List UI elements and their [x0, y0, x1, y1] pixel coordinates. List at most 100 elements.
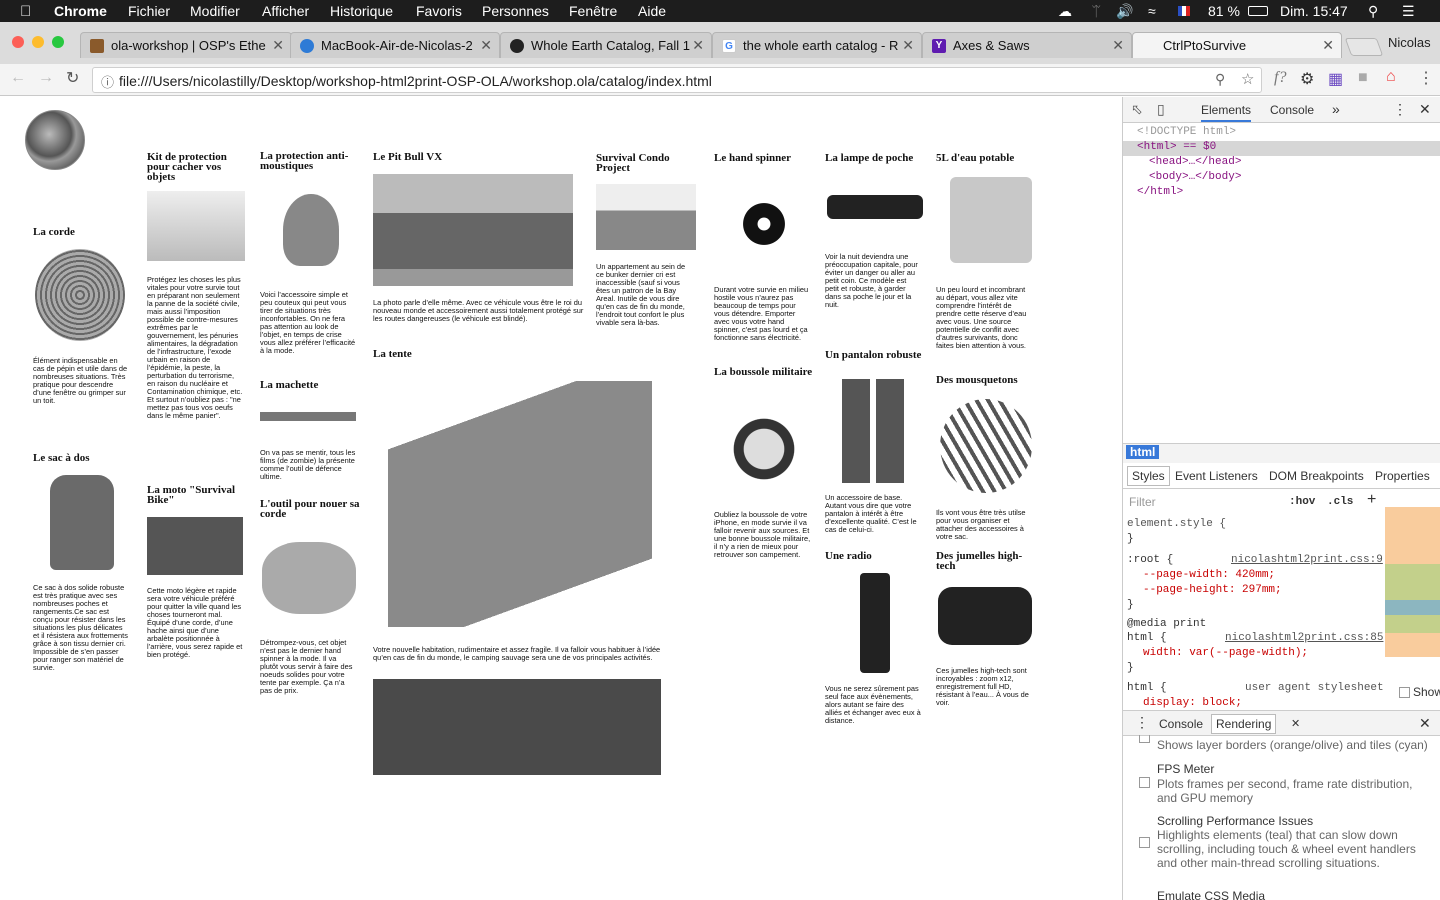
window-zoom-button[interactable]: [52, 36, 64, 48]
clock[interactable]: Dim. 15:47: [1280, 3, 1348, 19]
reload-icon[interactable]: ↻: [66, 68, 79, 88]
window-close-button[interactable]: [12, 36, 24, 48]
flag-icon[interactable]: [1178, 6, 1190, 16]
menu-fenetre[interactable]: Fenêtre: [569, 3, 617, 19]
dom-html-close[interactable]: </html>: [1137, 186, 1183, 198]
extension-icon[interactable]: ▦: [1328, 69, 1343, 89]
close-icon[interactable]: ✕: [902, 37, 914, 54]
cls-toggle[interactable]: .cls: [1327, 496, 1353, 508]
extension-gray-icon[interactable]: ■: [1358, 69, 1368, 87]
layer-borders-checkbox[interactable]: [1139, 735, 1150, 743]
battery-text[interactable]: 81 %: [1208, 3, 1240, 19]
dom-doctype[interactable]: <!DOCTYPE html>: [1137, 126, 1236, 138]
tab-event-listeners[interactable]: Event Listeners: [1175, 469, 1258, 483]
tab-macbook[interactable]: MacBook-Air-de-Nicolas-2 ✕: [290, 32, 500, 58]
bluetooth-icon[interactable]: ᛠ: [1092, 3, 1100, 19]
tab-ctrlptosurvive[interactable]: CtrlPtoSurvive ✕: [1132, 32, 1342, 58]
earth-logo[interactable]: [25, 110, 85, 170]
style-source-link[interactable]: nicolashtml2print.css:85: [1225, 632, 1383, 644]
tab-dom-breakpoints[interactable]: DOM Breakpoints: [1269, 469, 1364, 483]
home-icon[interactable]: ⌂: [1386, 68, 1396, 86]
more-tabs-icon[interactable]: »: [1332, 101, 1340, 117]
bookmark-star-icon[interactable]: ☆: [1241, 70, 1254, 88]
style-line[interactable]: html {: [1127, 682, 1167, 694]
breadcrumb-html[interactable]: html: [1126, 445, 1160, 459]
zoom-icon[interactable]: ⚲: [1215, 71, 1225, 88]
show-all-checkbox[interactable]: [1399, 687, 1410, 698]
close-icon[interactable]: ✕: [1112, 37, 1124, 54]
style-line: @media print: [1127, 618, 1207, 630]
spotlight-icon[interactable]: ⚲: [1368, 3, 1378, 20]
info-icon[interactable]: ⓘ: [101, 72, 114, 91]
menu-fichier[interactable]: Fichier: [128, 3, 170, 19]
close-rendering-icon[interactable]: ✕: [1291, 717, 1300, 730]
inspect-icon[interactable]: ⬁: [1131, 101, 1143, 118]
dom-head[interactable]: <head>…</head>: [1149, 156, 1241, 168]
styles-filter-input[interactable]: Filter: [1129, 495, 1156, 509]
tab-properties[interactable]: Properties: [1375, 469, 1430, 483]
battery-icon[interactable]: [1248, 6, 1268, 16]
menu-aide[interactable]: Aide: [638, 3, 666, 19]
style-declaration[interactable]: --page-width: 420mm;: [1143, 569, 1275, 581]
close-drawer-icon[interactable]: ✕: [1419, 715, 1431, 732]
wifi-icon[interactable]: ≈: [1148, 3, 1156, 19]
style-line[interactable]: html {: [1127, 632, 1167, 644]
hov-toggle[interactable]: :hov: [1289, 496, 1315, 508]
window-minimize-button[interactable]: [32, 36, 44, 48]
tab-ola-workshop[interactable]: ola-workshop | OSP's Ethe ✕: [80, 32, 292, 58]
drawer-tab-console[interactable]: Console: [1159, 717, 1203, 731]
style-line[interactable]: :root {: [1127, 554, 1173, 566]
close-devtools-icon[interactable]: ✕: [1419, 101, 1431, 118]
menu-icon[interactable]: ⋮: [1418, 68, 1434, 88]
style-declaration[interactable]: display: block;: [1143, 697, 1242, 709]
volume-icon[interactable]: 🔊: [1116, 3, 1133, 20]
dom-html[interactable]: <html> == $0: [1137, 141, 1216, 153]
style-line: }: [1127, 599, 1134, 611]
tab-axes-saws[interactable]: Y Axes & Saws ✕: [922, 32, 1132, 58]
tab-styles[interactable]: Styles: [1127, 466, 1170, 486]
tab-google-search[interactable]: Gthe whole earth catalog - R ✕: [712, 32, 922, 58]
forward-icon[interactable]: →: [38, 69, 54, 87]
close-icon[interactable]: ✕: [480, 37, 492, 54]
menu-modifier[interactable]: Modifier: [190, 3, 240, 19]
menu-favoris[interactable]: Favoris: [416, 3, 462, 19]
dom-body[interactable]: <body>…</body>: [1149, 171, 1241, 183]
menu-historique[interactable]: Historique: [330, 3, 393, 19]
scrolling-issues-checkbox[interactable]: [1139, 837, 1150, 848]
menu-personnes[interactable]: Personnes: [482, 3, 549, 19]
style-line[interactable]: element.style {: [1127, 518, 1226, 530]
devtools-toolbar: ⬁ ▯ Elements Console » ⋮ ✕: [1123, 97, 1440, 123]
notification-center-icon[interactable]: ☰: [1402, 3, 1415, 20]
fps-meter-checkbox[interactable]: [1139, 777, 1150, 788]
drawer-menu-icon[interactable]: ⋮: [1135, 714, 1149, 731]
style-declaration[interactable]: --page-height: 297mm;: [1143, 584, 1282, 596]
compass-image: [720, 399, 808, 499]
style-source-link[interactable]: nicolashtml2print.css:9: [1231, 554, 1383, 566]
apple-icon[interactable]: : [20, 3, 31, 20]
new-tab-button[interactable]: [1344, 38, 1384, 56]
rendering-description: Shows layer borders (orange/olive) and t…: [1157, 738, 1428, 752]
close-icon[interactable]: ✕: [1322, 37, 1334, 54]
back-icon[interactable]: ←: [10, 69, 26, 87]
address-bar[interactable]: ⓘ file:///Users/nicolastilly/Desktop/wor…: [92, 67, 1262, 93]
bunker-image: [596, 184, 696, 250]
gear-icon[interactable]: ⚙: [1300, 69, 1314, 89]
style-line: }: [1127, 533, 1134, 545]
tab-elements[interactable]: Elements: [1201, 103, 1252, 122]
close-icon[interactable]: ✕: [272, 37, 284, 54]
drawer-tab-rendering[interactable]: Rendering: [1211, 714, 1277, 734]
tab-console[interactable]: Console: [1270, 103, 1314, 117]
tab-whole-earth[interactable]: Whole Earth Catalog, Fall 1 ✕: [500, 32, 712, 58]
close-icon[interactable]: ✕: [692, 37, 704, 54]
item-text: Votre nouvelle habitation, rudimentaire …: [373, 645, 661, 662]
menu-app-name[interactable]: Chrome: [54, 3, 107, 19]
devtools-menu-icon[interactable]: ⋮: [1393, 101, 1407, 118]
device-toolbar-icon[interactable]: ▯: [1157, 101, 1165, 118]
function-icon[interactable]: f?: [1274, 69, 1286, 87]
profile-name[interactable]: Nicolas: [1388, 35, 1431, 50]
cloud-icon[interactable]: ☁: [1058, 3, 1072, 20]
style-declaration[interactable]: width: var(--page-width);: [1143, 647, 1308, 659]
item-title: Le hand spinner: [714, 152, 792, 164]
add-style-rule-icon[interactable]: +: [1367, 491, 1376, 509]
menu-afficher[interactable]: Afficher: [262, 3, 309, 19]
